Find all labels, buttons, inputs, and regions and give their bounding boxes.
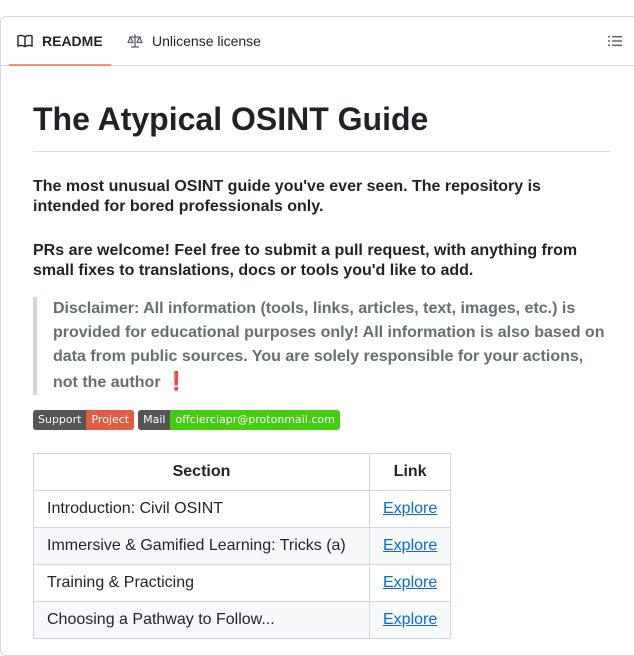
disclaimer-quote: Disclaimer: All information (tools, link… xyxy=(33,297,610,395)
table-row: Immersive & Gamified Learning: Tricks (a… xyxy=(33,527,452,565)
prs-text: PRs are welcome! Feel free to submit a p… xyxy=(33,242,578,279)
mail-badge-left: Mail xyxy=(138,410,171,430)
readme-title: The Atypical OSINT Guide xyxy=(33,81,610,152)
outline-button[interactable] xyxy=(607,33,625,51)
readme-panel: README Unlicense license The Atypical OS… xyxy=(0,16,634,656)
row-section: Introduction: Civil OSINT xyxy=(33,490,370,528)
disclaimer-text: Disclaimer: All information (tools, link… xyxy=(53,300,605,391)
explore-link[interactable]: Explore xyxy=(383,537,437,554)
explore-link[interactable]: Explore xyxy=(383,500,437,517)
support-badge-left: Support xyxy=(33,410,87,430)
readme-content: The Atypical OSINT Guide The most unusua… xyxy=(33,81,610,639)
row-section: Immersive & Gamified Learning: Tricks (a… xyxy=(33,527,370,565)
support-badge[interactable]: Support Project xyxy=(33,410,135,430)
row-link-cell: Explore xyxy=(368,564,452,602)
row-section: Training & Practicing xyxy=(33,564,370,602)
badge-row: Support Project Mail offcierciapr@proton… xyxy=(33,410,610,430)
sections-table: Section Link Introduction: Civil OSINT E… xyxy=(33,453,452,639)
header-section: Section xyxy=(33,453,370,491)
header-link: Link xyxy=(368,453,452,491)
table-header-row: Section Link xyxy=(33,453,452,491)
table-row: Training & Practicing Explore xyxy=(33,564,452,602)
tab-readme[interactable]: README xyxy=(9,17,111,66)
mail-badge[interactable]: Mail offcierciapr@protonmail.com xyxy=(138,410,340,430)
intro-text: The most unusual OSINT guide you've ever… xyxy=(33,178,541,215)
explore-link[interactable]: Explore xyxy=(383,611,437,628)
tab-license[interactable]: Unlicense license xyxy=(119,17,269,65)
list-icon xyxy=(608,36,622,46)
mail-badge-right: offcierciapr@protonmail.com xyxy=(170,410,340,430)
scale-icon xyxy=(127,34,143,48)
explore-link[interactable]: Explore xyxy=(383,574,437,591)
tab-readme-label: README xyxy=(42,33,103,49)
exclamation-icon: ❗ xyxy=(165,371,188,391)
table-row: Introduction: Civil OSINT Explore xyxy=(33,490,452,528)
tab-license-label: Unlicense license xyxy=(152,33,261,49)
tab-bar: README Unlicense license xyxy=(1,17,634,66)
row-link-cell: Explore xyxy=(368,490,452,528)
row-link-cell: Explore xyxy=(368,527,452,565)
support-badge-right: Project xyxy=(86,410,135,430)
book-icon xyxy=(17,34,33,48)
